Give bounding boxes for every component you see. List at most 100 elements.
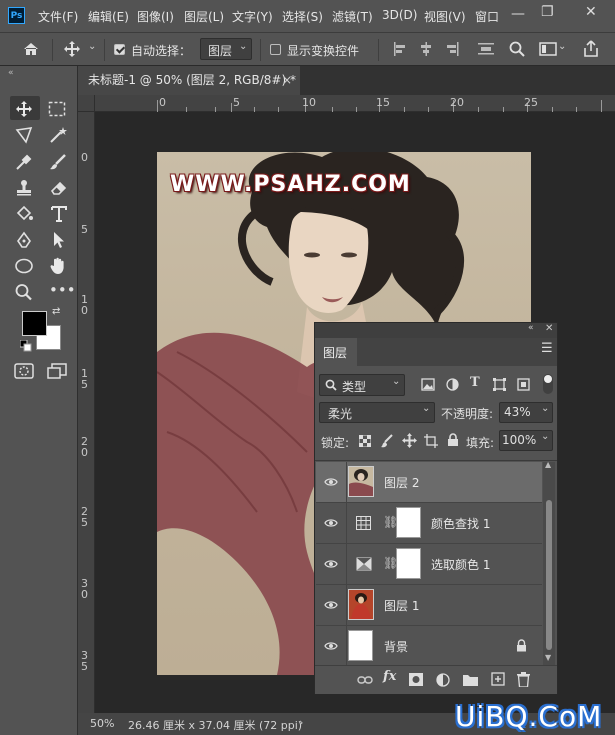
close-panel-icon[interactable]: ✕ (545, 323, 553, 334)
menu-filter[interactable]: 滤镜(T) (332, 8, 373, 25)
close-window-icon[interactable]: ✕ (585, 4, 597, 20)
collapse-panel-icon[interactable]: « (528, 323, 534, 333)
filter-type-icon[interactable]: T (470, 375, 480, 390)
layer-mask-thumbnail[interactable] (396, 548, 421, 579)
layer-lock-icon[interactable] (516, 639, 527, 652)
move-tool-icon[interactable] (15, 100, 33, 118)
home-icon[interactable] (22, 41, 40, 57)
lock-artboard-icon[interactable] (424, 434, 438, 448)
lasso-tool-icon[interactable] (14, 126, 34, 144)
menu-view[interactable]: 视图(V) (424, 8, 466, 25)
scroll-down-icon[interactable]: ▼ (545, 653, 551, 662)
ruler-label: 25 (81, 505, 88, 529)
align-right-icon[interactable] (445, 42, 459, 56)
new-layer-icon[interactable] (491, 672, 505, 686)
scroll-up-icon[interactable]: ▲ (545, 460, 551, 469)
lock-position-icon[interactable] (402, 433, 417, 448)
filter-shape-icon[interactable] (493, 378, 506, 391)
eraser-tool-icon[interactable] (48, 179, 68, 197)
layer-style-fx-icon[interactable]: fx (383, 669, 396, 684)
layer-row-selective-color[interactable]: ⛓ 选取颜色 1 (316, 544, 542, 585)
stamp-tool-icon[interactable] (14, 179, 34, 197)
lock-image-icon[interactable] (380, 434, 394, 448)
auto-select-checkbox[interactable] (114, 44, 125, 55)
new-adjustment-layer-icon[interactable] (436, 673, 450, 687)
minimize-icon[interactable]: — (511, 6, 525, 22)
ellipse-tool-icon[interactable] (14, 257, 34, 275)
visibility-eye-icon[interactable] (324, 557, 338, 571)
layer-row-layer1[interactable]: 图层 1 (316, 585, 542, 626)
menu-type[interactable]: 文字(Y) (232, 8, 273, 25)
add-mask-icon[interactable] (409, 673, 423, 686)
swap-colors-icon[interactable]: ⇄ (52, 306, 60, 317)
ruler-corner[interactable] (78, 95, 95, 112)
visibility-eye-icon[interactable] (324, 516, 338, 530)
panel-menu-icon[interactable]: ☰ (541, 341, 553, 356)
photoshop-logo[interactable]: Ps (8, 7, 25, 24)
visibility-eye-icon[interactable] (324, 475, 338, 489)
delete-layer-icon[interactable] (517, 672, 530, 687)
brush-tool-icon[interactable] (48, 153, 68, 171)
collapse-toolbar-icon[interactable]: « (8, 68, 14, 78)
layer-mask-thumbnail[interactable] (396, 507, 421, 538)
filter-adjustment-icon[interactable] (446, 378, 459, 391)
chevron-down-icon[interactable]: ⌄ (558, 41, 566, 52)
layer-row-background[interactable]: 背景 (316, 626, 542, 667)
more-tools-icon[interactable]: ••• (49, 281, 76, 299)
quick-mask-icon[interactable] (14, 363, 34, 379)
marquee-tool-icon[interactable] (48, 101, 66, 117)
menu-3d[interactable]: 3D(D) (382, 8, 417, 22)
layers-scrollbar[interactable]: ▲ ▼ (543, 460, 555, 665)
foreground-color-swatch[interactable] (22, 311, 47, 336)
tab-layers[interactable]: 图层 (315, 338, 357, 366)
menu-window[interactable]: 窗口 (475, 8, 499, 25)
document-size: 26.46 厘米 x 37.04 厘米 (72 ppi) (128, 719, 303, 732)
filter-smart-object-icon[interactable] (517, 378, 530, 391)
screen-mode-icon[interactable] (47, 363, 67, 381)
type-tool-icon[interactable] (50, 205, 68, 223)
link-layers-icon[interactable] (357, 674, 373, 686)
path-selection-icon[interactable] (50, 231, 68, 249)
filter-pixel-icon[interactable] (421, 378, 435, 391)
workspace-icon[interactable] (539, 41, 557, 57)
scroll-thumb[interactable] (546, 500, 552, 650)
paint-bucket-icon[interactable] (14, 205, 34, 223)
lock-transparent-icon[interactable] (359, 435, 371, 447)
restore-icon[interactable]: ❐ (541, 4, 554, 20)
menu-edit[interactable]: 编辑(E) (88, 8, 129, 25)
default-colors-icon[interactable] (20, 340, 32, 352)
menu-file[interactable]: 文件(F) (38, 8, 78, 25)
document-tab[interactable]: 未标题-1 @ 50% (图层 2, RGB/8#) * × (78, 66, 300, 95)
align-left-icon[interactable] (393, 42, 407, 56)
status-menu-arrow-icon[interactable]: › (299, 716, 303, 729)
search-icon[interactable] (509, 41, 525, 57)
show-transform-checkbox[interactable] (270, 44, 281, 55)
opacity-field[interactable]: 43% ⌄ (499, 402, 553, 423)
menu-image[interactable]: 图像(I) (137, 8, 174, 25)
filter-toggle[interactable] (543, 374, 553, 394)
pen-tool-icon[interactable] (14, 231, 34, 249)
eyedropper-icon[interactable] (14, 153, 34, 171)
zoom-tool-icon[interactable] (14, 283, 34, 301)
auto-select-target-dropdown[interactable]: 图层 ⌄ (200, 38, 252, 60)
menu-select[interactable]: 选择(S) (282, 8, 323, 25)
share-icon[interactable] (583, 40, 599, 58)
layer-row-layer2[interactable]: 图层 2 (316, 462, 542, 503)
move-tool-icon[interactable] (63, 40, 81, 58)
fill-field[interactable]: 100% ⌄ (499, 430, 553, 451)
hand-tool-icon[interactable] (48, 256, 68, 276)
align-center-icon[interactable] (419, 42, 433, 56)
visibility-eye-icon[interactable] (324, 598, 338, 612)
magic-wand-icon[interactable] (48, 126, 68, 144)
blend-mode-dropdown[interactable]: 柔光 ⌄ (319, 402, 435, 423)
lock-all-icon[interactable] (447, 433, 459, 447)
zoom-level[interactable]: 50% (90, 717, 114, 730)
layer-filter-dropdown[interactable]: 类型 ⌄ (319, 374, 405, 396)
tab-close-icon[interactable]: × (282, 66, 292, 95)
new-group-icon[interactable] (463, 673, 478, 686)
layer-row-color-lookup[interactable]: ⛓ 颜色查找 1 (316, 503, 542, 544)
distribute-icon[interactable] (478, 42, 494, 56)
chevron-down-icon[interactable]: ⌄ (88, 41, 96, 52)
visibility-eye-icon[interactable] (324, 639, 338, 653)
menu-layer[interactable]: 图层(L) (184, 8, 224, 25)
